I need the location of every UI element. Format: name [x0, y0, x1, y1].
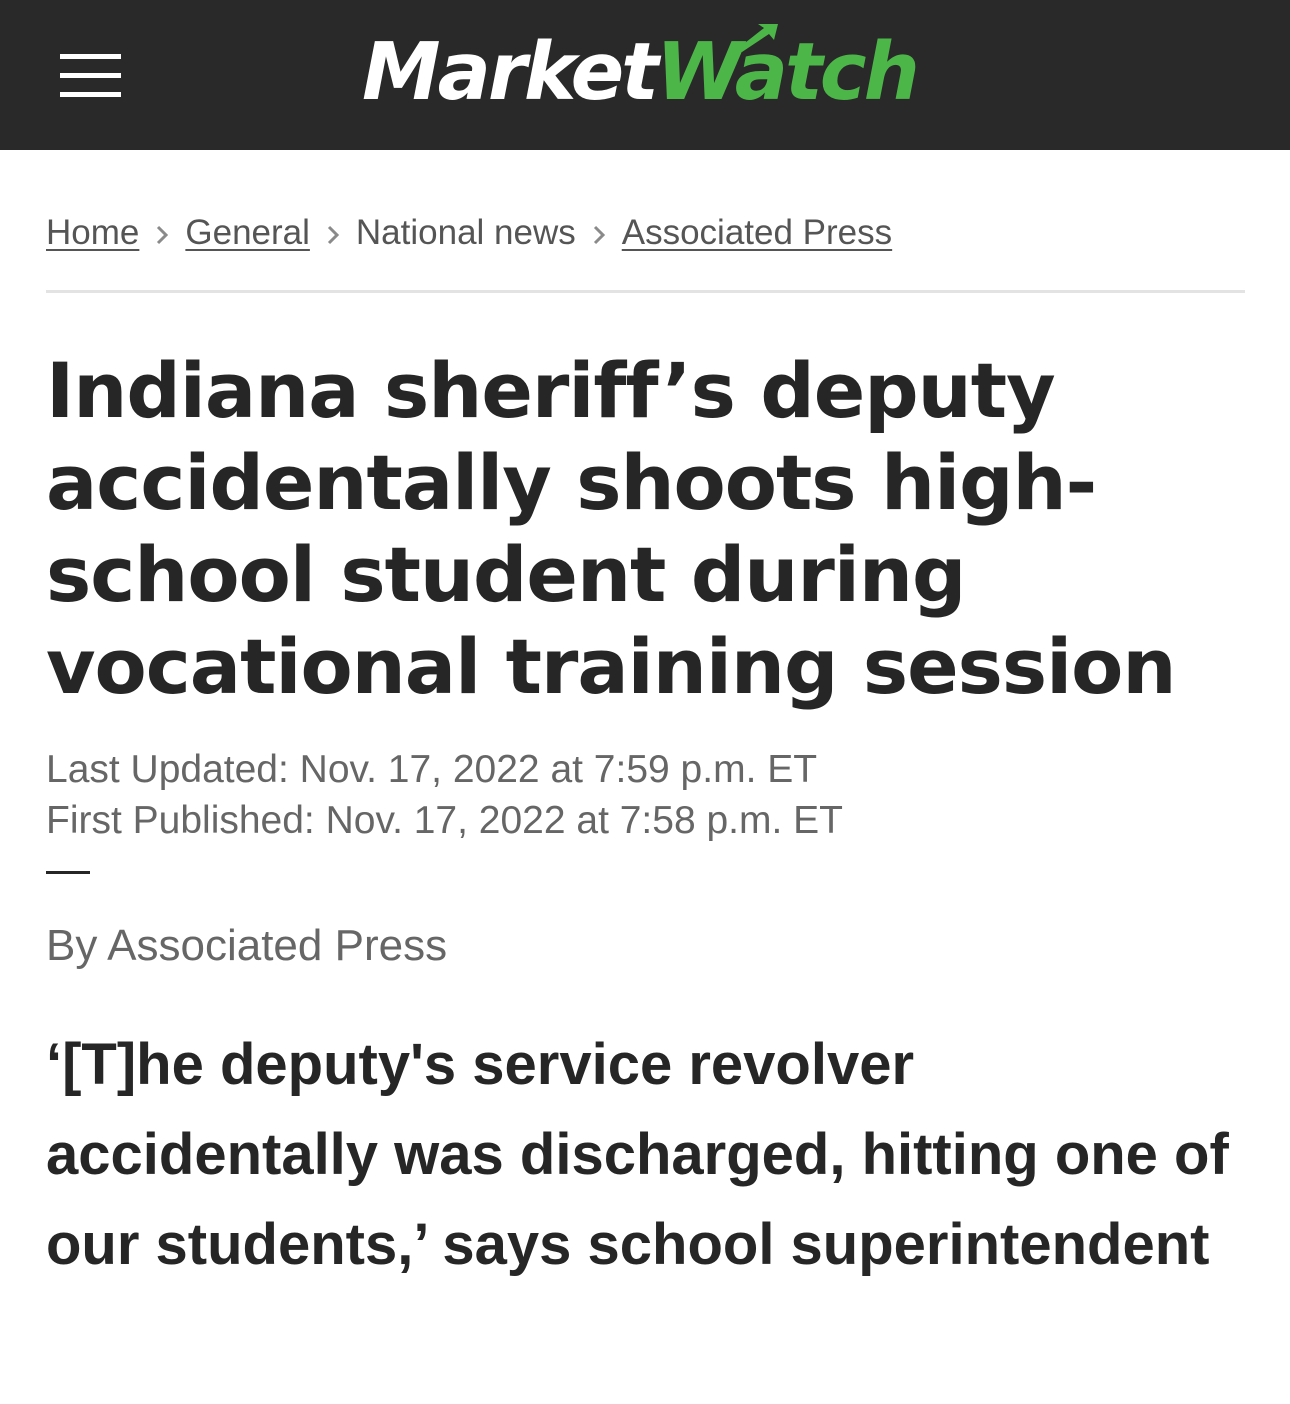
breadcrumb-national-news: National news [355, 213, 576, 252]
byline-rule [46, 871, 90, 874]
breadcrumb: Home General National news Associated Pr… [46, 210, 892, 256]
article-headline: Indiana sheriff’s deputy accidentally sh… [46, 346, 1176, 711]
article-timestamps: Last Updated: Nov. 17, 2022 at 7:59 p.m.… [46, 744, 843, 846]
last-updated-timestamp: Last Updated: Nov. 17, 2022 at 7:59 p.m.… [46, 748, 818, 791]
chevron-right-icon [139, 213, 185, 253]
marketwatch-logo[interactable]: MarketWatch [362, 22, 920, 122]
logo-text-market: Market [362, 26, 659, 118]
chevron-right-icon [576, 213, 622, 253]
breadcrumb-divider [46, 290, 1245, 293]
hamburger-menu-icon[interactable] [60, 54, 121, 98]
article-subheadline: ‘[T]he deputy's service revolver acciden… [46, 1032, 1229, 1277]
breadcrumb-associated-press[interactable]: Associated Press [622, 213, 892, 253]
logo-text-watch: Watch [655, 26, 920, 118]
article-byline: By Associated Press [46, 921, 448, 970]
breadcrumb-general[interactable]: General [185, 213, 310, 253]
chevron-right-icon [310, 213, 356, 253]
breadcrumb-home[interactable]: Home [46, 213, 139, 253]
logo-arrow-icon [736, 24, 778, 52]
top-navigation-bar: MarketWatch [0, 0, 1290, 150]
first-published-timestamp: First Published: Nov. 17, 2022 at 7:58 p… [46, 799, 844, 842]
